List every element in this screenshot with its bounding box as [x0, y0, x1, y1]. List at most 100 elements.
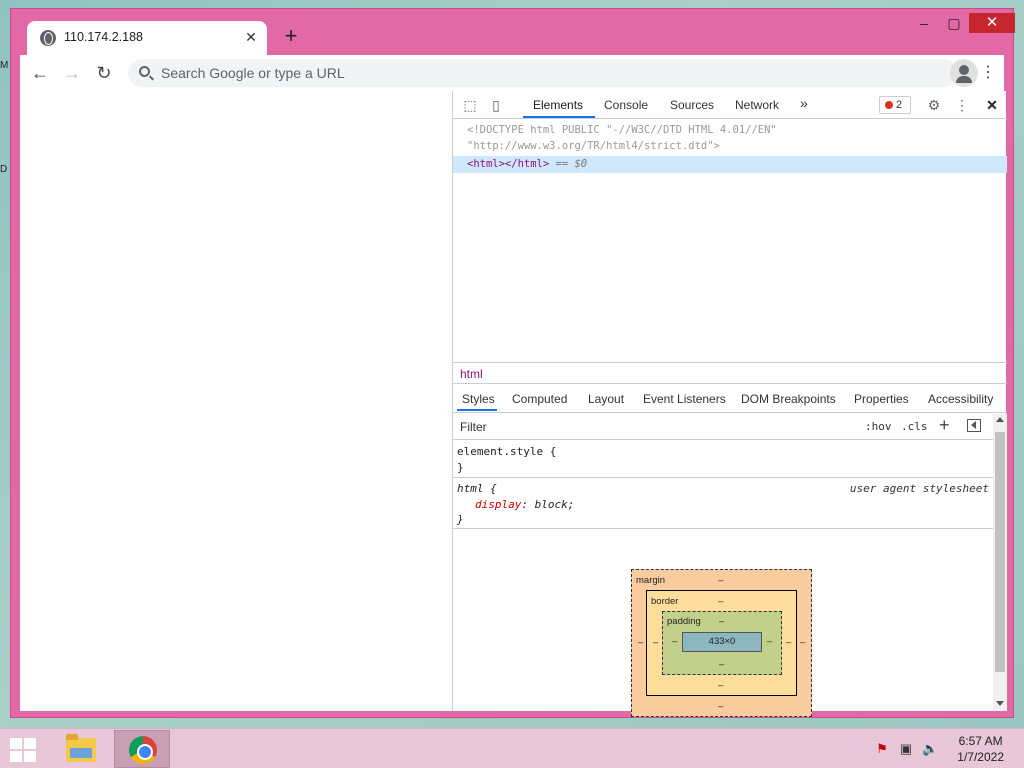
- browser-window: – ▢ ✕ 110.174.2.188 ✕ + ← → ↻ Search Goo…: [10, 8, 1015, 718]
- html-tag: <html></html>: [467, 158, 550, 170]
- box-model-padding[interactable]: padding – – – – 433×0: [662, 611, 782, 675]
- close-window-button[interactable]: ✕: [969, 13, 1015, 33]
- toggle-sidebar-icon[interactable]: [967, 419, 981, 432]
- clock[interactable]: 6:57 AM 1/7/2022: [957, 733, 1004, 765]
- new-tab-button[interactable]: +: [279, 25, 303, 49]
- breadcrumb-item[interactable]: html: [460, 367, 483, 381]
- profile-icon[interactable]: [950, 59, 978, 87]
- doctype-line[interactable]: <!DOCTYPE html PUBLIC "-//W3C//DTD HTML …: [467, 124, 777, 136]
- border-label: border: [651, 596, 679, 607]
- border-top-value[interactable]: –: [718, 596, 723, 607]
- new-style-rule-icon[interactable]: +: [939, 415, 950, 436]
- box-model-border[interactable]: border – – – – padding – – – – 433×0: [646, 590, 797, 696]
- box-model-margin[interactable]: margin – – – – border – – – – padding – …: [631, 569, 812, 717]
- scroll-down-icon[interactable]: [996, 701, 1004, 706]
- close-devtools-icon[interactable]: ✕: [983, 96, 1001, 114]
- devtools-toolbar: ⬚ ▯ Elements Console Sources Network » 2…: [453, 91, 1007, 119]
- tab-styles[interactable]: Styles: [462, 392, 495, 406]
- filter-input[interactable]: Filter: [460, 420, 487, 434]
- margin-bottom-value[interactable]: –: [718, 701, 723, 712]
- volume-muted-icon[interactable]: 🔈: [922, 741, 938, 757]
- margin-left-value[interactable]: –: [638, 637, 643, 648]
- padding-label: padding: [667, 616, 701, 627]
- device-toolbar-icon[interactable]: ▯: [487, 96, 505, 114]
- reload-button[interactable]: ↻: [92, 61, 116, 85]
- maximize-button[interactable]: ▢: [939, 13, 969, 33]
- element-style-rule[interactable]: element.style { }: [453, 441, 993, 478]
- taskbar: ⚑ ▣ 🔈 6:57 AM 1/7/2022: [0, 728, 1024, 768]
- padding-top-value[interactable]: –: [719, 616, 724, 627]
- browser-menu-icon[interactable]: ⋮: [980, 61, 996, 85]
- border-left-value[interactable]: –: [653, 637, 658, 648]
- styles-subtabs: Styles Computed Layout Event Listeners D…: [453, 387, 1007, 413]
- cls-toggle[interactable]: .cls: [901, 420, 928, 433]
- globe-icon: [40, 30, 56, 46]
- tab-layout[interactable]: Layout: [588, 392, 624, 406]
- tab-console[interactable]: Console: [604, 98, 648, 112]
- browser-tab[interactable]: 110.174.2.188 ✕: [27, 21, 267, 55]
- css-property[interactable]: display: [475, 498, 521, 511]
- doctype-line[interactable]: "http://www.w3.org/TR/html4/strict.dtd">: [467, 140, 720, 152]
- style-rules: element.style { } html { user agent styl…: [453, 441, 993, 717]
- margin-top-value[interactable]: –: [718, 575, 723, 586]
- padding-bottom-value[interactable]: –: [719, 659, 724, 670]
- more-tabs-icon[interactable]: »: [800, 95, 808, 111]
- padding-right-value[interactable]: –: [767, 636, 772, 647]
- active-tab-indicator: [523, 116, 595, 118]
- tab-title: 110.174.2.188: [64, 30, 144, 44]
- padding-left-value[interactable]: –: [672, 636, 677, 647]
- action-center-flag-icon[interactable]: ⚑: [874, 741, 890, 757]
- page-content: [20, 91, 452, 711]
- devtools-menu-icon[interactable]: ⋮: [953, 96, 971, 114]
- tab-computed[interactable]: Computed: [512, 392, 567, 406]
- box-model-content[interactable]: 433×0: [682, 632, 762, 652]
- html-rule[interactable]: html { user agent stylesheet display: bl…: [453, 479, 993, 529]
- margin-right-value[interactable]: –: [800, 637, 805, 648]
- address-bar[interactable]: Search Google or type a URL: [128, 59, 958, 87]
- minimize-button[interactable]: –: [909, 13, 939, 33]
- taskbar-chrome[interactable]: [114, 730, 170, 768]
- desktop-icon-fragment[interactable]: M: [0, 60, 10, 74]
- clock-date: 1/7/2022: [957, 750, 1004, 764]
- styles-scrollbar[interactable]: [993, 414, 1007, 711]
- start-button[interactable]: [8, 737, 38, 763]
- clock-time: 6:57 AM: [958, 734, 1003, 748]
- rule-close-brace: }: [457, 461, 464, 474]
- tab-dom-breakpoints[interactable]: DOM Breakpoints: [741, 392, 836, 406]
- selected-marker: == $0: [549, 158, 588, 170]
- hov-toggle[interactable]: :hov: [865, 420, 892, 433]
- border-bottom-value[interactable]: –: [718, 680, 723, 691]
- forward-button[interactable]: →: [60, 61, 84, 85]
- user-agent-label: user agent stylesheet: [849, 482, 989, 495]
- search-icon: [139, 66, 150, 77]
- border-right-value[interactable]: –: [786, 637, 791, 648]
- file-explorer-icon: [66, 734, 96, 762]
- tab-elements[interactable]: Elements: [533, 98, 583, 112]
- error-count-badge[interactable]: 2: [879, 96, 911, 114]
- browser-toolbar: ← → ↻ Search Google or type a URL ⋮: [20, 55, 1004, 91]
- network-icon[interactable]: ▣: [898, 741, 914, 757]
- html-selector: html {: [457, 482, 497, 495]
- tab-accessibility[interactable]: Accessibility: [928, 392, 993, 406]
- element-style-selector: element.style {: [457, 445, 557, 458]
- css-value[interactable]: block;: [535, 498, 575, 511]
- inspect-element-icon[interactable]: ⬚: [461, 96, 479, 114]
- scroll-up-icon[interactable]: [996, 417, 1004, 422]
- tab-event-listeners[interactable]: Event Listeners: [643, 392, 726, 406]
- address-placeholder: Search Google or type a URL: [161, 65, 345, 81]
- selected-dom-node[interactable]: <html></html> == $0: [453, 156, 1007, 173]
- breadcrumb[interactable]: html: [453, 362, 1007, 384]
- tab-properties[interactable]: Properties: [854, 392, 909, 406]
- scrollbar-thumb[interactable]: [995, 432, 1005, 672]
- devtools-panel: ⬚ ▯ Elements Console Sources Network » 2…: [452, 91, 1007, 717]
- windows-logo-icon: [10, 738, 22, 749]
- back-button[interactable]: ←: [28, 61, 52, 85]
- chrome-icon: [129, 736, 157, 764]
- desktop-icon-fragment[interactable]: D: [0, 164, 10, 178]
- settings-gear-icon[interactable]: ⚙: [925, 96, 943, 114]
- taskbar-file-explorer[interactable]: [52, 730, 108, 768]
- tab-sources[interactable]: Sources: [670, 98, 714, 112]
- tab-close-icon[interactable]: ✕: [243, 29, 259, 45]
- tab-network[interactable]: Network: [735, 98, 779, 112]
- margin-label: margin: [636, 575, 666, 586]
